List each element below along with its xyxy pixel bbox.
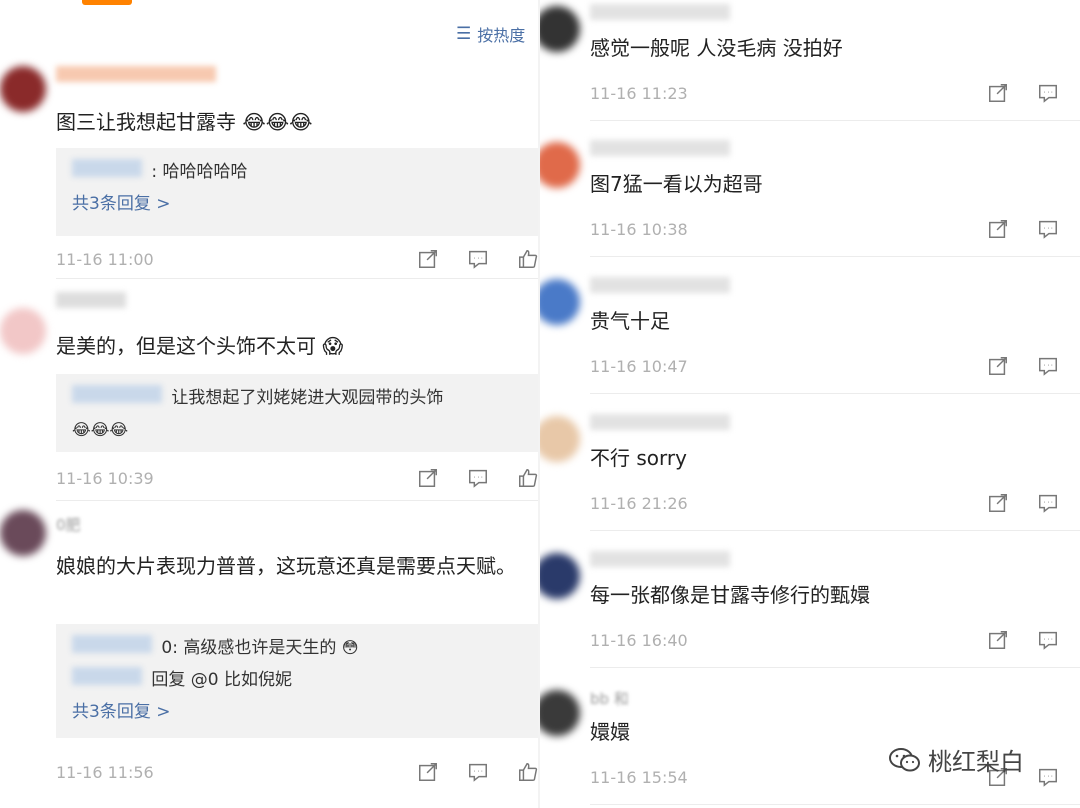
divider xyxy=(590,256,1080,257)
like-icon[interactable] xyxy=(516,760,540,784)
comment-icon[interactable] xyxy=(1036,354,1060,378)
comment-meta: 11-16 10:47 xyxy=(590,351,1080,381)
glasses-emoji-icon: 😳 xyxy=(341,638,359,657)
comment-meta: 11-16 10:38 xyxy=(590,214,1080,244)
comment-text: 图7猛一看以为超哥 xyxy=(590,172,763,196)
comment-meta: 11-16 11:56 xyxy=(56,757,540,787)
like-icon[interactable] xyxy=(516,466,540,490)
more-replies-link[interactable]: 共3条回复 > xyxy=(72,188,522,220)
share-icon[interactable] xyxy=(416,247,440,271)
reply-line: 0: 高级感也许是天生的 😳 xyxy=(72,632,522,664)
divider xyxy=(590,120,1080,121)
reply-box[interactable]: : 哈哈哈哈哈 共3条回复 > xyxy=(56,148,538,236)
timestamp: 11-16 16:40 xyxy=(590,630,688,650)
share-icon[interactable] xyxy=(986,354,1010,378)
comment-text: 娘娘的大片表现力普普，这玩意还真是需要点天赋。 xyxy=(56,554,516,578)
comment-icon[interactable] xyxy=(1036,628,1060,652)
username[interactable]: 0肥 xyxy=(56,514,81,535)
reply-line: 让我想起了刘姥姥进大观园带的头饰 xyxy=(72,382,522,414)
avatar[interactable] xyxy=(540,416,580,462)
left-screenshot: ☰ 按热度 图三让我想起甘露寺 😂😂😂 : 哈哈哈哈哈 共3条回复 > 11-1… xyxy=(0,0,540,808)
timestamp: 11-16 10:38 xyxy=(590,219,688,239)
avatar[interactable] xyxy=(540,690,580,736)
share-icon[interactable] xyxy=(416,760,440,784)
comment-meta: 11-16 10:39 xyxy=(56,463,540,493)
comment-meta: 11-16 21:26 xyxy=(590,488,1080,518)
reply-box[interactable]: 让我想起了刘姥姥进大观园带的头饰 😂😂😂 xyxy=(56,374,538,452)
avatar[interactable] xyxy=(540,279,580,325)
share-icon[interactable] xyxy=(986,81,1010,105)
comment-text: 感觉一般呢 人没毛病 没拍好 xyxy=(590,36,843,60)
share-icon[interactable] xyxy=(986,628,1010,652)
reply-emoji-line: 😂😂😂 xyxy=(72,414,522,446)
avatar[interactable] xyxy=(540,6,580,52)
avatar[interactable] xyxy=(0,510,46,556)
comment-text: 图三让我想起甘露寺 😂😂😂 xyxy=(56,110,313,134)
reply-line: : 哈哈哈哈哈 xyxy=(72,156,522,188)
comment-icon[interactable] xyxy=(1036,765,1060,789)
timestamp: 11-16 21:26 xyxy=(590,493,688,513)
right-screenshot: 感觉一般呢 人没毛病 没拍好 11-16 11:23 图7猛一看以为超哥 11-16 … xyxy=(540,0,1080,808)
timestamp: 11-16 11:56 xyxy=(56,762,154,782)
timestamp: 11-16 10:39 xyxy=(56,468,154,488)
share-icon[interactable] xyxy=(416,466,440,490)
sort-icon: ☰ xyxy=(456,24,472,44)
comment-text: 每一张都像是甘露寺修行的甄嬛 xyxy=(590,583,870,607)
timestamp: 11-16 10:47 xyxy=(590,356,688,376)
scared-emoji-icon: 😱 xyxy=(322,334,344,358)
username[interactable] xyxy=(590,551,730,567)
comment-icon[interactable] xyxy=(1036,491,1060,515)
laugh-emoji-icon: 😂😂😂 xyxy=(72,420,129,439)
reply-box[interactable]: 0: 高级感也许是天生的 😳 回复 @0 比如倪妮 共3条回复 > xyxy=(56,624,538,738)
comment-text: 不行 sorry xyxy=(590,446,687,470)
comment-text: 是美的，但是这个头饰不太可 😱 xyxy=(56,334,344,358)
share-icon[interactable] xyxy=(986,491,1010,515)
comment-icon[interactable] xyxy=(1036,217,1060,241)
comment-meta: 11-16 11:23 xyxy=(590,78,1080,108)
comment-icon[interactable] xyxy=(466,466,490,490)
username[interactable] xyxy=(56,292,126,308)
divider xyxy=(590,530,1080,531)
comment-icon[interactable] xyxy=(1036,81,1060,105)
reply-username[interactable] xyxy=(72,635,152,653)
avatar[interactable] xyxy=(540,553,580,599)
avatar[interactable] xyxy=(540,142,580,188)
divider xyxy=(590,804,1080,805)
share-icon[interactable] xyxy=(986,217,1010,241)
timestamp: 11-16 11:00 xyxy=(56,249,154,269)
username[interactable]: bb 和 xyxy=(590,688,629,709)
username[interactable] xyxy=(590,277,730,293)
laugh-cry-emoji-icon: 😂😂😂 xyxy=(242,110,313,134)
divider xyxy=(590,667,1080,668)
comment-text: 贵气十足 xyxy=(590,309,670,333)
sort-label: 按热度 xyxy=(477,26,526,45)
timestamp: 11-16 11:23 xyxy=(590,83,688,103)
reply-line: 回复 @0 比如倪妮 xyxy=(72,664,522,696)
reply-username[interactable] xyxy=(72,385,162,403)
comment-meta: 11-16 16:40 xyxy=(590,625,1080,655)
username[interactable] xyxy=(56,66,216,82)
comment-meta: 11-16 11:00 xyxy=(56,244,540,274)
watermark: 桃红梨白 xyxy=(888,742,1024,777)
more-replies-link[interactable]: 共3条回复 > xyxy=(72,696,522,728)
comment-icon[interactable] xyxy=(466,247,490,271)
avatar[interactable] xyxy=(0,308,46,354)
username[interactable] xyxy=(590,414,730,430)
divider xyxy=(56,500,540,501)
avatar[interactable] xyxy=(0,66,46,112)
reply-username[interactable] xyxy=(72,159,142,177)
divider xyxy=(590,393,1080,394)
comment-icon[interactable] xyxy=(466,760,490,784)
like-icon[interactable] xyxy=(516,247,540,271)
wechat-icon xyxy=(889,747,920,771)
reply-username[interactable] xyxy=(72,667,142,685)
sort-button[interactable]: ☰ 按热度 xyxy=(456,22,525,46)
username[interactable] xyxy=(590,4,730,20)
watermark-text: 桃红梨白 xyxy=(928,748,1024,776)
divider xyxy=(56,278,540,279)
username[interactable] xyxy=(590,140,730,156)
tab-indicator xyxy=(82,0,132,5)
